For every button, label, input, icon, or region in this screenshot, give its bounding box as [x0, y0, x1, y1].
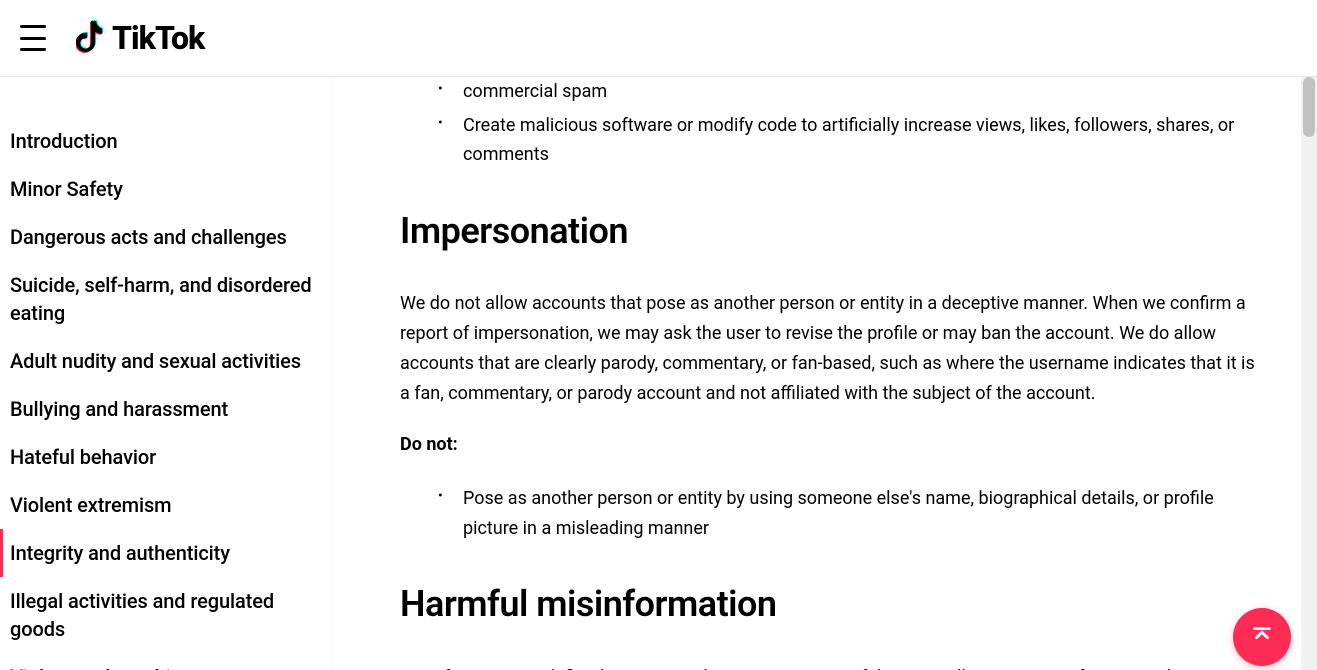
sidebar: Introduction Minor Safety Dangerous acts… — [0, 77, 335, 670]
list-item: commercial spam — [449, 77, 1257, 107]
list-item: Create malicious software or modify code… — [449, 111, 1257, 170]
sidebar-item-violent-graphic[interactable]: Violent and graphic content — [0, 653, 335, 670]
scroll-to-top-button[interactable] — [1233, 608, 1291, 666]
menu-button[interactable] — [20, 25, 46, 51]
sidebar-item-minor-safety[interactable]: Minor Safety — [0, 165, 335, 213]
section-heading-misinformation: Harmful misinformation — [400, 575, 1257, 634]
bullet-list: Pose as another person or entity by usin… — [400, 484, 1257, 543]
sidebar-item-label: Dangerous acts and challenges — [10, 225, 287, 249]
sidebar-item-label: Adult nudity and sexual activities — [10, 349, 301, 373]
scrollbar-thumb[interactable] — [1303, 77, 1315, 137]
sidebar-item-suicide-self-harm[interactable]: Suicide, self-harm, and disordered eatin… — [0, 261, 335, 337]
sidebar-item-label: Suicide, self-harm, and disordered eatin… — [10, 273, 312, 325]
list-item-text: Create malicious software or modify code… — [463, 115, 1234, 166]
tiktok-icon — [76, 18, 108, 58]
sidebar-item-label: Bullying and harassment — [10, 397, 228, 421]
header: TikTok — [0, 0, 1317, 77]
sidebar-item-label: Minor Safety — [10, 177, 123, 201]
list-item: Pose as another person or entity by usin… — [449, 484, 1257, 543]
sidebar-item-label: Violent extremism — [10, 493, 172, 517]
sidebar-item-introduction[interactable]: Introduction — [0, 117, 335, 165]
section-paragraph: Misinformation is defined as content tha… — [400, 663, 1257, 670]
section-heading-impersonation: Impersonation — [400, 202, 1257, 261]
list-item-text: commercial spam — [463, 81, 607, 102]
sidebar-item-violent-extremism[interactable]: Violent extremism — [0, 481, 335, 529]
section-paragraph: We do not allow accounts that pose as an… — [400, 289, 1257, 408]
sidebar-item-label: Introduction — [10, 129, 118, 153]
sidebar-item-illegal-activities[interactable]: Illegal activities and regulated goods — [0, 577, 335, 653]
sidebar-item-label: Integrity and authenticity — [10, 541, 230, 565]
main-content: commercial spam Create malicious softwar… — [335, 77, 1317, 670]
sidebar-item-adult-nudity[interactable]: Adult nudity and sexual activities — [0, 337, 335, 385]
sidebar-item-bullying[interactable]: Bullying and harassment — [0, 385, 335, 433]
bullet-list: commercial spam Create malicious softwar… — [400, 77, 1257, 170]
scrollbar-track[interactable] — [1301, 77, 1317, 670]
sidebar-item-label: Hateful behavior — [10, 445, 156, 469]
sidebar-item-hateful-behavior[interactable]: Hateful behavior — [0, 433, 335, 481]
brand-name: TikTok — [112, 19, 204, 57]
arrow-up-icon — [1251, 624, 1273, 650]
sidebar-item-dangerous-acts[interactable]: Dangerous acts and challenges — [0, 213, 335, 261]
sidebar-item-label: Illegal activities and regulated goods — [10, 589, 274, 641]
sidebar-item-integrity-authenticity[interactable]: Integrity and authenticity — [0, 529, 335, 577]
do-not-label: Do not: — [400, 430, 1257, 460]
sidebar-item-label: Violent and graphic content — [10, 665, 253, 670]
brand-logo[interactable]: TikTok — [76, 18, 204, 58]
list-item-text: Pose as another person or entity by usin… — [463, 488, 1214, 539]
